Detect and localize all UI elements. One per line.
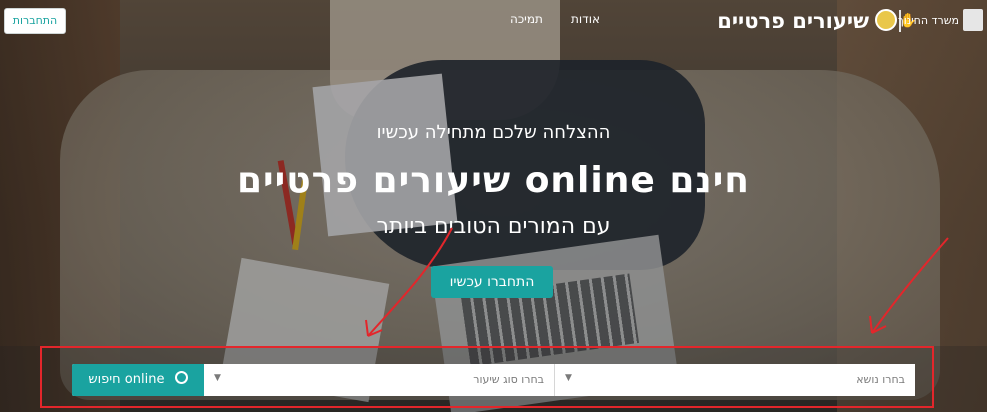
state-emblem-icon	[963, 9, 983, 31]
owl-logo-icon	[875, 9, 897, 31]
hero-tagline: ההצלחה שלכם מתחילה עכשיו	[376, 122, 611, 143]
cta-connect-button[interactable]: התחברו עכשיו	[431, 266, 553, 298]
annotation-highlight-box	[40, 346, 934, 408]
top-navigation: התחברות תמיכה אודות שיעורים פרטיים ✋ משר…	[0, 0, 987, 44]
brand-title[interactable]: שיעורים פרטיים	[717, 8, 869, 34]
nav-about[interactable]: אודות	[571, 12, 600, 26]
login-button[interactable]: התחברות	[4, 8, 66, 34]
nav-support[interactable]: תמיכה	[510, 12, 543, 26]
ministry-label: משרד החינוך	[897, 14, 959, 27]
hero-headline: שיעורים פרטיים online חינם	[236, 160, 751, 201]
hero-subheadline: עם המורים הטובים ביותר	[376, 214, 611, 239]
